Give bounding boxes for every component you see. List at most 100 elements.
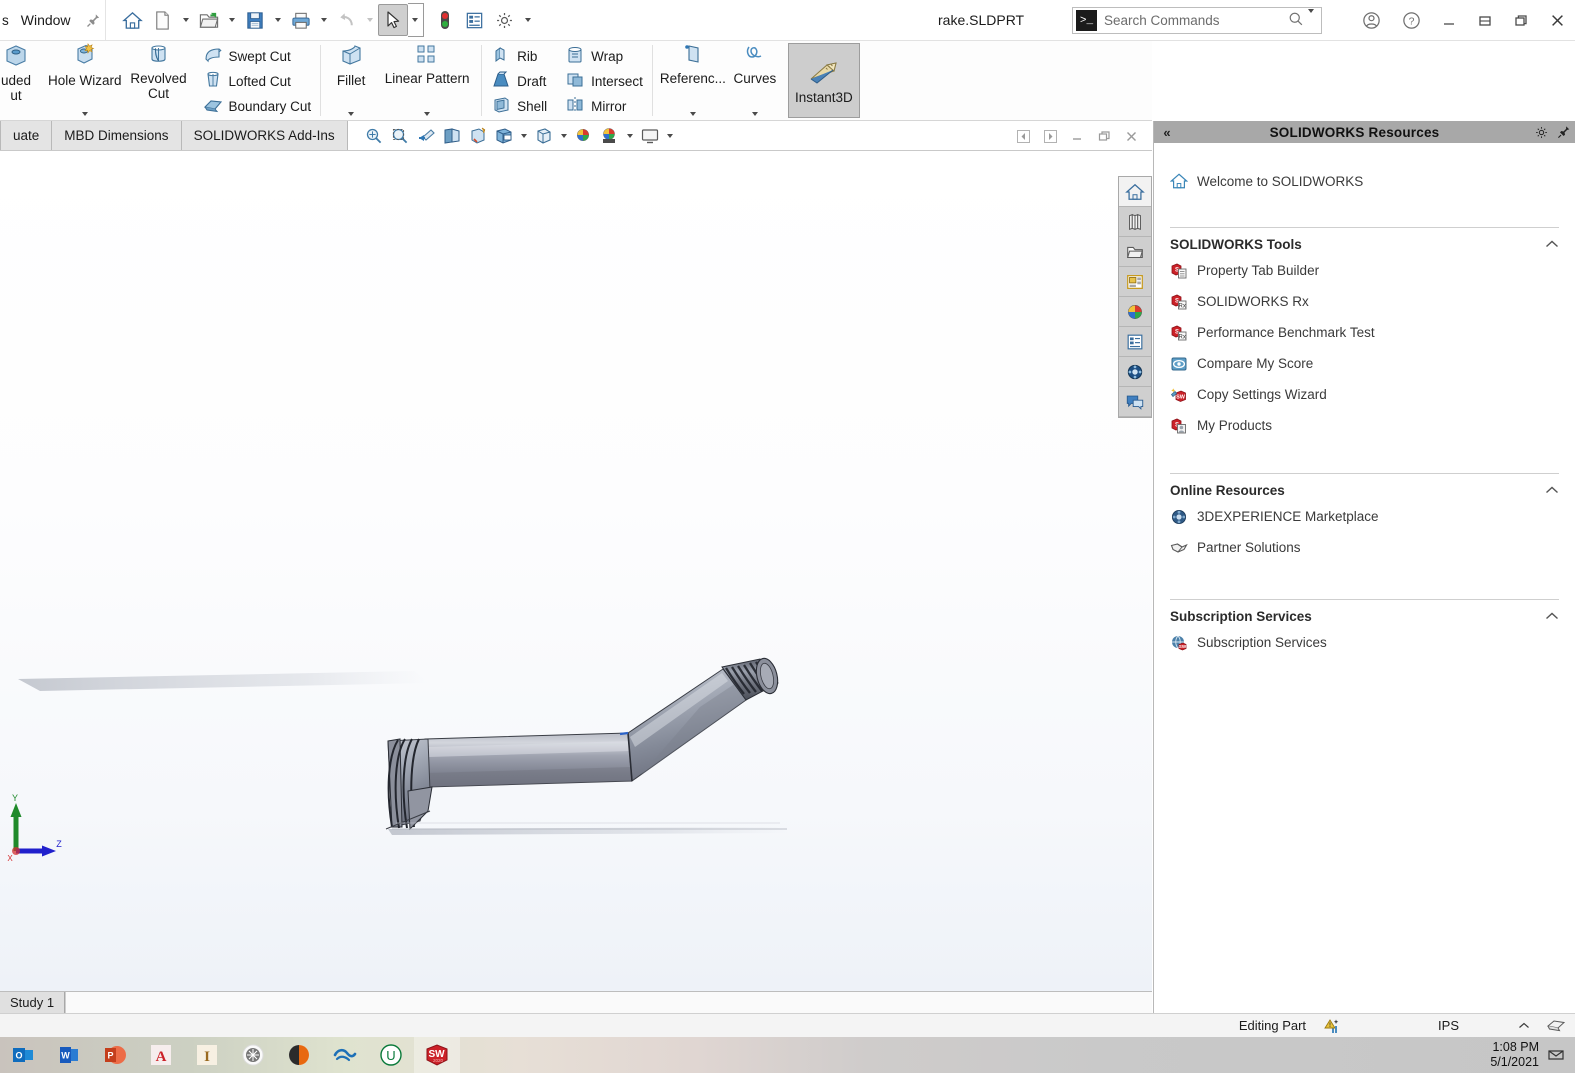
home-icon[interactable] — [118, 4, 148, 36]
curves-button[interactable]: Curves — [729, 41, 781, 120]
save-icon[interactable] — [240, 4, 270, 36]
chevron-up-icon[interactable] — [1545, 610, 1559, 624]
solidworks-forum-icon[interactable] — [1119, 387, 1151, 417]
file-explorer-icon[interactable] — [1119, 237, 1151, 267]
section-header-subscription-services[interactable]: Subscription Services — [1170, 599, 1559, 624]
fillet-button[interactable]: Fillet — [325, 41, 377, 120]
display-style-dropdown[interactable] — [518, 123, 531, 149]
status-units[interactable]: IPS — [1346, 1018, 1511, 1033]
chevron-double-left-icon[interactable]: « — [1154, 125, 1180, 140]
zoom-to-fit-icon[interactable] — [362, 123, 387, 149]
autodesk-icon[interactable]: A — [138, 1037, 184, 1073]
chevron-up-icon[interactable] — [1545, 238, 1559, 252]
chevron-up-icon[interactable] — [1545, 484, 1559, 498]
revolved-cut-button[interactable]: Revolved Cut — [128, 41, 190, 120]
rebuild-icon[interactable] — [430, 4, 460, 36]
linear-pattern-button[interactable]: Linear Pattern — [377, 41, 477, 120]
mirror-button[interactable]: Mirror — [560, 94, 648, 119]
link-subscription-services[interactable]: SW Subscription Services — [1170, 627, 1559, 658]
link-3dexperience-marketplace[interactable]: 3DEXPERIENCE Marketplace — [1170, 501, 1559, 532]
reference-geometry-dropdown[interactable] — [663, 112, 723, 116]
section-header-online-resources[interactable]: Online Resources — [1170, 473, 1559, 498]
select-cursor-icon[interactable] — [377, 4, 408, 36]
view-palette-icon[interactable] — [1119, 267, 1151, 297]
lofted-cut-button[interactable]: Lofted Cut — [198, 69, 317, 94]
word-icon[interactable]: W — [46, 1037, 92, 1073]
display-style-icon[interactable] — [492, 123, 517, 149]
rib-button[interactable]: Rib — [486, 44, 552, 69]
solidworks-resources-icon[interactable] — [1119, 177, 1151, 207]
menu-item-window[interactable]: Window — [9, 0, 83, 41]
hide-show-items-icon[interactable] — [532, 123, 557, 149]
cura-icon[interactable] — [276, 1037, 322, 1073]
minimize-icon[interactable] — [1431, 0, 1467, 41]
inventor-icon[interactable]: I — [184, 1037, 230, 1073]
link-welcome-to-solidworks[interactable]: Welcome to SOLIDWORKS — [1170, 161, 1559, 201]
open-folder-dropdown[interactable] — [224, 4, 240, 36]
study-tab-1[interactable]: Study 1 — [0, 992, 66, 1013]
section-view-icon[interactable] — [440, 123, 465, 149]
close-window-icon[interactable] — [1119, 123, 1144, 149]
wrap-button[interactable]: Wrap — [560, 44, 648, 69]
options-gear-icon[interactable] — [490, 4, 520, 36]
graphics-viewport[interactable]: Y Z X — [0, 151, 1152, 991]
link-partner-solutions[interactable]: Partner Solutions — [1170, 532, 1559, 563]
model-rake-part[interactable] — [0, 151, 1152, 991]
account-icon[interactable] — [1351, 0, 1391, 41]
link-solidworks-rx[interactable]: S Rx SOLIDWORKS Rx — [1170, 286, 1559, 317]
overdefined-warning-icon[interactable]: ! — [1320, 1017, 1346, 1035]
instant3d-button[interactable]: Instant3D — [787, 43, 860, 118]
restore-icon[interactable] — [1467, 0, 1503, 41]
search-commands-box[interactable]: >_ Search Commands — [1072, 7, 1322, 34]
undo-icon[interactable] — [332, 4, 362, 36]
fillet-dropdown[interactable] — [331, 112, 371, 116]
meshmixer-icon[interactable] — [230, 1037, 276, 1073]
boundary-cut-button[interactable]: Boundary Cut — [198, 94, 317, 119]
tab-mbd-dimensions[interactable]: MBD Dimensions — [52, 121, 182, 150]
reference-geometry-button[interactable]: Referenc... — [657, 41, 729, 120]
next-pane-icon[interactable] — [1038, 123, 1063, 149]
edit-appearance-icon[interactable] — [572, 123, 597, 149]
zoom-to-area-icon[interactable] — [388, 123, 413, 149]
options-dropdown[interactable] — [520, 4, 536, 36]
linear-pattern-dropdown[interactable] — [383, 112, 471, 116]
pin-icon[interactable] — [83, 0, 105, 41]
link-my-products[interactable]: S My Products — [1170, 410, 1559, 441]
shell-button[interactable]: Shell — [486, 94, 552, 119]
design-library-icon[interactable] — [1119, 207, 1151, 237]
link-performance-benchmark-test[interactable]: S Rx Performance Benchmark Test — [1170, 317, 1559, 348]
units-chevron-up-icon[interactable] — [1511, 1021, 1537, 1030]
hole-wizard-button[interactable]: Hole Wizard — [42, 41, 128, 120]
solidworks-icon[interactable]: SW 2020 — [414, 1037, 460, 1073]
powerpoint-icon[interactable]: P — [92, 1037, 138, 1073]
view-settings-dropdown[interactable] — [664, 123, 677, 149]
tile-windows-icon[interactable] — [1537, 1017, 1575, 1035]
chevron-down-icon[interactable] — [1308, 9, 1314, 28]
new-document-dropdown[interactable] — [178, 4, 194, 36]
pin-icon[interactable] — [1553, 125, 1575, 139]
link-copy-settings-wizard[interactable]: SW Copy Settings Wizard — [1170, 379, 1559, 410]
swept-cut-button[interactable]: Swept Cut — [198, 44, 317, 69]
curves-dropdown[interactable] — [735, 112, 775, 116]
taskbar-clock[interactable]: 1:08 PM 5/1/2021 — [1453, 1037, 1539, 1073]
outlook-icon[interactable]: O — [0, 1037, 46, 1073]
unity-icon[interactable]: U — [368, 1037, 414, 1073]
intersect-button[interactable]: Intersect — [560, 69, 648, 94]
notifications-icon[interactable] — [1543, 1037, 1569, 1073]
hide-show-items-dropdown[interactable] — [558, 123, 571, 149]
prev-pane-icon[interactable] — [1011, 123, 1036, 149]
search-input[interactable]: Search Commands — [1104, 13, 1288, 28]
help-icon[interactable]: ? — [1391, 0, 1431, 41]
tab-evaluate[interactable]: uate — [0, 121, 53, 150]
close-icon[interactable] — [1539, 0, 1575, 41]
save-dropdown[interactable] — [270, 4, 286, 36]
restore-window-icon[interactable] — [1092, 123, 1117, 149]
gear-icon[interactable] — [1529, 125, 1553, 140]
open-folder-icon[interactable] — [194, 4, 224, 36]
select-dropdown[interactable] — [407, 3, 424, 37]
link-property-tab-builder[interactable]: S Property Tab Builder — [1170, 255, 1559, 286]
apply-scene-dropdown[interactable] — [624, 123, 637, 149]
view-settings-icon[interactable] — [638, 123, 663, 149]
hole-wizard-dropdown[interactable] — [48, 112, 122, 116]
3dexperience-marketplace-icon[interactable] — [1119, 357, 1151, 387]
